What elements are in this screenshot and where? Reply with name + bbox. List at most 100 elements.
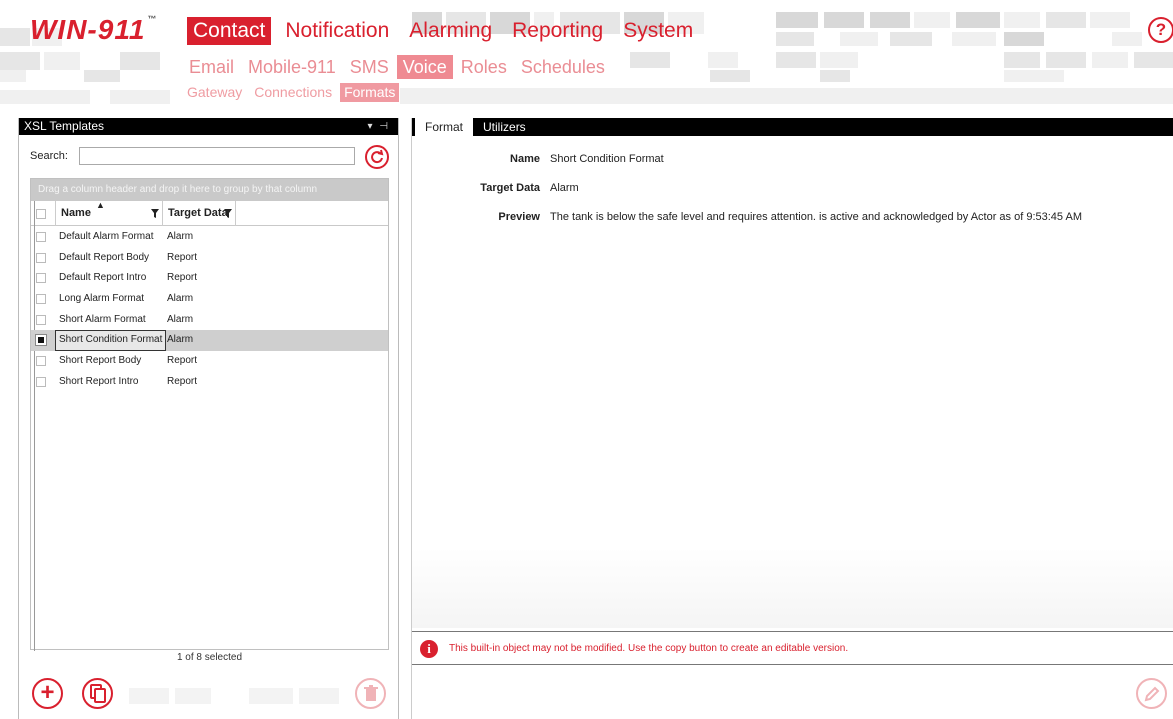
- subnav-tab-sms[interactable]: SMS: [344, 55, 395, 79]
- select-all-checkbox[interactable]: [36, 209, 46, 219]
- table-row[interactable]: Short Report Body Report: [31, 351, 388, 372]
- name-label: Name: [510, 153, 540, 165]
- cell-name: Short Alarm Format: [59, 313, 146, 325]
- target-field-row: Target Data Alarm: [412, 182, 1173, 198]
- grid-header: ▲ Name Target Data: [31, 200, 388, 226]
- subnav-tab-mobile-911[interactable]: Mobile-911: [242, 55, 342, 79]
- group-by-drop-zone[interactable]: Drag a column header and drop it here to…: [31, 179, 388, 201]
- warning-text: This built-in object may not be modified…: [449, 643, 849, 654]
- refresh-button[interactable]: [365, 145, 389, 169]
- table-row[interactable]: Long Alarm Format Alarm: [31, 289, 388, 310]
- cell-name: Default Report Intro: [59, 272, 147, 284]
- cell-name: Long Alarm Format: [59, 293, 145, 305]
- subnav-tab-roles[interactable]: Roles: [455, 55, 513, 79]
- voice-tab-formats[interactable]: Formats: [340, 83, 400, 102]
- row-checkbox[interactable]: [36, 232, 46, 242]
- nav-tab-alarming[interactable]: Alarming: [403, 17, 498, 45]
- delete-button[interactable]: [355, 678, 386, 709]
- preview-value: The tank is below the safe level and req…: [550, 211, 1082, 223]
- cell-name: Short Condition Format: [55, 330, 167, 352]
- edit-button[interactable]: [1136, 678, 1167, 709]
- cell-target-data: Alarm: [167, 313, 194, 325]
- cell-target-data: Report: [167, 272, 198, 284]
- readonly-warning-bar: i This built-in object may not be modifi…: [412, 631, 1173, 665]
- xsl-templates-panel: XSL Templates ▾ ⊣ Search: Drag a column …: [18, 118, 399, 719]
- pin-icon[interactable]: ▾ ⊣: [367, 118, 390, 135]
- app-header: WIN-911 ™ Contact Notification Alarming R…: [0, 0, 1173, 108]
- name-field-row: Name Short Condition Format: [412, 153, 1173, 169]
- primary-nav: Contact Notification Alarming Reporting …: [187, 17, 707, 45]
- column-name-label: Name: [61, 207, 91, 219]
- voice-tab-gateway[interactable]: Gateway: [183, 83, 246, 102]
- panel-title: XSL Templates: [24, 119, 105, 133]
- tertiary-nav: Gateway Connections Formats: [183, 83, 403, 102]
- nav-tab-notification[interactable]: Notification: [279, 17, 395, 45]
- row-checkbox[interactable]: [36, 356, 46, 367]
- table-row[interactable]: Short Alarm Format Alarm: [31, 310, 388, 331]
- subnav-tab-schedules[interactable]: Schedules: [515, 55, 611, 79]
- table-row[interactable]: Default Report Body Report: [31, 248, 388, 269]
- table-row[interactable]: Default Report Intro Report: [31, 268, 388, 289]
- win911-logo: WIN-911 ™: [30, 14, 158, 45]
- row-checkbox[interactable]: [36, 252, 46, 263]
- nav-tab-reporting[interactable]: Reporting: [506, 17, 609, 45]
- cell-name: Short Report Intro: [59, 375, 139, 387]
- grid-rows: Default Alarm Format Alarm Default Report…: [31, 227, 388, 393]
- subnav-tab-email[interactable]: Email: [183, 55, 240, 79]
- row-checkbox[interactable]: [36, 314, 46, 325]
- help-button[interactable]: ?: [1148, 17, 1173, 43]
- templates-grid: Drag a column header and drop it here to…: [30, 178, 389, 651]
- column-target-label: Target Data: [168, 207, 228, 219]
- cell-target-data: Alarm: [167, 231, 194, 242]
- cell-target-data: Report: [167, 251, 198, 263]
- table-row[interactable]: Default Alarm Format Alarm: [31, 227, 388, 248]
- voice-tab-connections[interactable]: Connections: [250, 83, 336, 102]
- nav-tab-system[interactable]: System: [617, 17, 699, 45]
- cell-name: Default Report Body: [59, 251, 150, 263]
- subnav-tab-voice[interactable]: Voice: [396, 55, 453, 79]
- table-row-selected[interactable]: Short Condition Format Alarm: [31, 330, 388, 352]
- target-data-label: Target Data: [480, 182, 540, 194]
- cell-name: Short Report Body: [59, 355, 142, 367]
- refresh-icon: [371, 149, 384, 164]
- panel-footer-background: [19, 638, 400, 719]
- sort-ascending-icon: ▲: [96, 200, 105, 210]
- cell-target-data: Alarm: [167, 293, 194, 305]
- info-icon: i: [420, 640, 438, 658]
- copy-button[interactable]: [82, 678, 113, 709]
- help-icon: ?: [1155, 20, 1167, 39]
- filter-icon[interactable]: [151, 209, 159, 218]
- tab-format[interactable]: Format: [415, 118, 474, 136]
- trash-icon: [363, 685, 378, 701]
- plus-icon: +: [40, 679, 55, 706]
- panel-title-bar: XSL Templates ▾ ⊣: [19, 118, 398, 135]
- pencil-icon: [1144, 686, 1160, 702]
- content-fade: [412, 548, 1173, 628]
- cell-target-data: Report: [167, 375, 198, 387]
- cell-target-data: Report: [167, 355, 198, 367]
- column-header-target-data[interactable]: Target Data: [164, 201, 236, 226]
- row-checkbox-checked[interactable]: [35, 334, 47, 347]
- search-row: Search:: [19, 145, 400, 169]
- search-label: Search:: [30, 150, 68, 162]
- search-input[interactable]: [79, 147, 355, 165]
- row-checkbox[interactable]: [36, 376, 46, 387]
- detail-tab-bar: Format Utilizers: [412, 118, 1173, 136]
- selection-count: 1 of 8 selected: [176, 652, 243, 663]
- cell-name: Default Alarm Format: [59, 231, 154, 242]
- column-header-name[interactable]: ▲ Name: [55, 200, 163, 226]
- secondary-nav: Email Mobile-911 SMS Voice Roles Schedul…: [183, 55, 613, 79]
- row-checkbox[interactable]: [36, 294, 46, 305]
- name-value: Short Condition Format: [550, 153, 664, 165]
- filter-icon[interactable]: [224, 209, 232, 218]
- nav-tab-contact[interactable]: Contact: [187, 17, 272, 45]
- tab-utilizers[interactable]: Utilizers: [473, 118, 536, 136]
- preview-field-row: Preview The tank is below the safe level…: [412, 211, 1173, 227]
- format-detail-panel: Format Utilizers Name Short Condition Fo…: [411, 118, 1173, 719]
- add-button[interactable]: +: [32, 678, 63, 709]
- copy-icon: [89, 684, 106, 703]
- table-row[interactable]: Short Report Intro Report: [31, 372, 388, 393]
- cell-target-data: Alarm: [167, 334, 194, 346]
- row-checkbox[interactable]: [36, 273, 46, 284]
- preview-label: Preview: [498, 211, 540, 223]
